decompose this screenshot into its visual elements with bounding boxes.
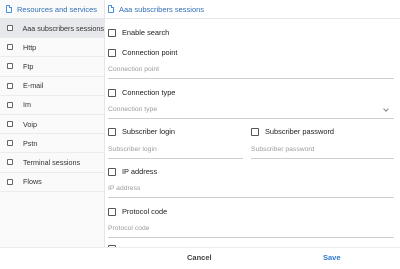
resources-header-label: Resources and services	[17, 4, 98, 14]
list-item-im[interactable]: Im	[0, 96, 104, 115]
checkbox-icon[interactable]	[7, 159, 13, 166]
checkbox-icon[interactable]	[7, 63, 13, 70]
protocol-code-placeholder: Protocol code	[108, 225, 150, 232]
list-item-label: Aaa subscribers sessions	[22, 23, 105, 33]
list-item-aaa-subscribers-sessions[interactable]: Aaa subscribers sessions	[0, 19, 105, 39]
list-item-pstn[interactable]: Pstn	[0, 134, 104, 154]
list-item-label: Im	[23, 100, 31, 110]
connection-point-checkbox[interactable]: Connection point	[108, 48, 177, 57]
connection-type-label: Connection type	[122, 88, 176, 97]
list-item-label: Flows	[23, 177, 42, 187]
checkbox-icon[interactable]	[7, 178, 13, 185]
checkbox-icon[interactable]	[108, 127, 116, 136]
protocol-code-checkbox[interactable]: Protocol code	[108, 207, 167, 216]
connection-point-label: Connection point	[122, 48, 178, 57]
list-item-label: Voip	[23, 119, 37, 129]
subscriber-password-label: Subscriber password	[265, 127, 335, 136]
subscriber-password-checkbox[interactable]: Subscriber password	[251, 127, 334, 136]
subscriber-password-input[interactable]: Subscriber password	[251, 144, 394, 159]
connection-type-placeholder: Connection type	[108, 106, 158, 113]
document-icon	[6, 5, 12, 13]
checkbox-icon[interactable]	[108, 167, 116, 176]
list-item-label: Ftp	[23, 61, 34, 71]
checkbox-icon[interactable]	[7, 101, 13, 108]
list-item-ftp[interactable]: Ftp	[0, 57, 104, 77]
resources-header: Resources and services	[0, 0, 104, 19]
connection-point-input[interactable]: Connection point	[108, 64, 394, 79]
subscriber-login-input[interactable]: Subscriber login	[108, 144, 243, 159]
protocol-code-input[interactable]: Protocol code	[108, 223, 394, 238]
form-header-label: Aaa subscribers sessions	[119, 4, 205, 14]
checkbox-icon[interactable]	[7, 82, 13, 89]
search-form-panel: Aaa subscribers sessions Enable search C…	[105, 0, 400, 247]
list-item-terminal-sessions[interactable]: Terminal sessions	[0, 153, 104, 173]
list-item-flows[interactable]: Flows	[0, 173, 104, 192]
cancel-button[interactable]: Cancel	[187, 253, 212, 262]
protocol-code-label: Protocol code	[122, 207, 168, 216]
checkbox-icon[interactable]	[108, 48, 116, 57]
subscriber-login-placeholder: Subscriber login	[108, 146, 157, 153]
checkbox-icon[interactable]	[251, 127, 259, 136]
checkbox-icon[interactable]	[7, 121, 13, 128]
save-button[interactable]: Save	[323, 253, 341, 262]
list-item-label: E-mail	[23, 81, 44, 91]
form-header: Aaa subscribers sessions	[105, 0, 400, 19]
subscriber-password-placeholder: Subscriber password	[251, 146, 315, 153]
subscriber-login-label: Subscriber login	[122, 127, 175, 136]
checkbox-icon[interactable]	[7, 140, 13, 147]
subscriber-login-checkbox[interactable]: Subscriber login	[108, 127, 175, 136]
chevron-down-icon[interactable]	[383, 106, 389, 112]
connection-point-placeholder: Connection point	[108, 66, 160, 73]
list-item-http[interactable]: Http	[0, 38, 104, 58]
checkbox-icon[interactable]	[7, 44, 13, 51]
checkbox-icon[interactable]	[108, 207, 116, 216]
checkbox-icon[interactable]	[108, 88, 116, 97]
list-item-label: Http	[23, 42, 37, 52]
list-item-voip[interactable]: Voip	[0, 115, 104, 135]
ip-address-input[interactable]: IP address	[108, 183, 394, 198]
checkbox-icon[interactable]	[108, 28, 116, 37]
dialog-footer: Cancel Save	[0, 247, 400, 269]
checkbox-icon[interactable]	[7, 25, 13, 32]
list-item-label: Pstn	[23, 138, 38, 148]
ip-address-checkbox[interactable]: IP address	[108, 167, 157, 176]
connection-type-select[interactable]: Connection type	[108, 104, 394, 119]
enable-search-label: Enable search	[122, 28, 170, 37]
resources-panel: Resources and services Aaa subscribers s…	[0, 0, 105, 247]
list-item-label: Terminal sessions	[23, 157, 81, 167]
document-icon	[108, 5, 114, 13]
ip-address-placeholder: IP address	[108, 185, 141, 192]
ip-address-label: IP address	[122, 167, 158, 176]
connection-type-checkbox[interactable]: Connection type	[108, 88, 175, 97]
list-item-email[interactable]: E-mail	[0, 77, 104, 96]
enable-search-checkbox[interactable]: Enable search	[108, 28, 169, 37]
